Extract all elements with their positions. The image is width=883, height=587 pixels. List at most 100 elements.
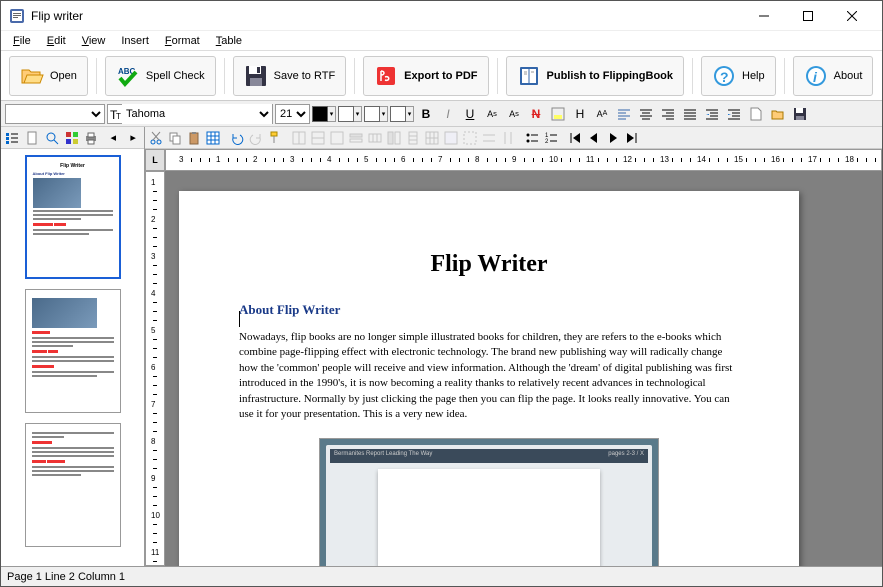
format-toolbar: TT Tahoma 21 ▾ ▾ ▾ ▾ B I U As As N H AA [1,101,882,127]
publish-button[interactable]: Publish to FlippingBook [506,56,684,96]
save-doc-button[interactable] [790,104,810,124]
nav-last-icon[interactable] [623,129,641,147]
save-rtf-button[interactable]: Save to RTF [233,56,347,96]
table-icon-8[interactable] [423,129,441,147]
align-center-button[interactable] [636,104,656,124]
undo-icon[interactable] [228,129,246,147]
titlebar: Flip writer [1,1,882,31]
text-cursor [239,311,240,327]
bold-button[interactable]: B [416,104,436,124]
thumbnails-list[interactable]: Flip Writer About Flip Writer [1,149,144,566]
separator [354,58,355,94]
paste-icon[interactable] [185,129,203,147]
highlight-button[interactable] [548,104,568,124]
page-scroll[interactable]: Flip Writer About Flip Writer Nowadays, … [165,171,882,566]
style-select[interactable] [5,104,105,124]
table-icon-9[interactable] [442,129,460,147]
table-icon-4[interactable] [347,129,365,147]
align-left-button[interactable] [614,104,634,124]
main-toolbar: Open ABC Spell Check Save to RTF Export … [1,51,882,101]
redo-icon[interactable] [247,129,265,147]
help-button[interactable]: ? Help [701,56,776,96]
align-right-button[interactable] [658,104,678,124]
bg-color-picker-2[interactable]: ▾ [364,106,388,122]
vertical-ruler[interactable]: 1234567891011121314 [145,171,165,566]
close-button[interactable] [830,2,874,30]
table-insert-icon[interactable] [204,129,222,147]
open-button[interactable]: Open [9,56,88,96]
ruler-corner[interactable]: L [145,149,165,171]
menu-view[interactable]: View [74,33,114,49]
thumbnail-page-2[interactable] [25,289,121,413]
text-color-picker[interactable]: ▾ [312,106,336,122]
table-icon-2[interactable] [309,129,327,147]
table-icon-7[interactable] [404,129,422,147]
editor-panel: 12 L 3123456789101112131415161718 123456… [145,127,882,566]
superscript-button[interactable]: As [482,104,502,124]
thumb-list-icon[interactable] [3,129,21,147]
thumb-zoom-icon[interactable] [43,129,61,147]
bullets-icon[interactable] [523,129,541,147]
table-icon-5[interactable] [366,129,384,147]
embedded-image: Bermanites Report Leading The Waypages 2… [319,438,659,566]
spellcheck-icon: ABC [116,64,140,88]
book-icon [517,64,541,88]
thumb-nav-left-icon[interactable]: ◂ [104,129,122,147]
table-icon-1[interactable] [290,129,308,147]
menu-edit[interactable]: Edit [39,33,74,49]
table-icon-6[interactable] [385,129,403,147]
nav-next-icon[interactable] [604,129,622,147]
underline-button[interactable]: U [460,104,480,124]
export-pdf-button[interactable]: Export to PDF [363,56,488,96]
indent-left-button[interactable] [702,104,722,124]
bg-color-picker-3[interactable]: ▾ [390,106,414,122]
document-page[interactable]: Flip Writer About Flip Writer Nowadays, … [179,191,799,566]
maximize-button[interactable] [786,2,830,30]
numbering-icon[interactable]: 12 [542,129,560,147]
table-icon-3[interactable] [328,129,346,147]
font-select[interactable]: Tahoma [122,104,272,124]
nav-first-icon[interactable] [566,129,584,147]
strikeout-button[interactable]: N [526,104,546,124]
subscript-button[interactable]: As [504,104,524,124]
format-paint-icon[interactable] [266,129,284,147]
align-justify-button[interactable] [680,104,700,124]
table-icon-12[interactable] [499,129,517,147]
separator [692,58,693,94]
thumbnail-page-3[interactable] [25,423,121,547]
menu-table[interactable]: Table [208,33,250,49]
indent-right-button[interactable] [724,104,744,124]
new-doc-button[interactable] [746,104,766,124]
menu-file[interactable]: File [5,33,39,49]
help-label: Help [742,70,765,82]
italic-button[interactable]: I [438,104,458,124]
thumb-page-icon[interactable] [23,129,41,147]
svg-text:?: ? [720,69,729,85]
table-icon-11[interactable] [480,129,498,147]
thumb-nav-right-icon[interactable]: ▸ [124,129,142,147]
menu-insert[interactable]: Insert [113,33,157,49]
menubar: File Edit View Insert Format Table [1,31,882,51]
open-doc-button[interactable] [768,104,788,124]
about-button[interactable]: i About [793,56,874,96]
cut-icon[interactable] [147,129,165,147]
thumbnails-panel: ◂ ▸ Flip Writer About Flip Writer [1,127,145,566]
copy-icon[interactable] [166,129,184,147]
workspace: ◂ ▸ Flip Writer About Flip Writer [1,127,882,566]
spellcheck-button[interactable]: ABC Spell Check [105,56,216,96]
menu-format[interactable]: Format [157,33,208,49]
minimize-button[interactable] [742,2,786,30]
clear-format-button[interactable]: H [570,104,590,124]
window-title: Flip writer [31,9,742,23]
nav-prev-icon[interactable] [585,129,603,147]
thumb-grid-icon[interactable] [63,129,81,147]
table-icon-10[interactable] [461,129,479,147]
size-select[interactable]: 21 [275,104,310,124]
bg-color-picker-1[interactable]: ▾ [338,106,362,122]
horizontal-ruler[interactable]: 3123456789101112131415161718 [165,149,882,171]
help-icon: ? [712,64,736,88]
thumb-print-icon[interactable] [82,129,100,147]
case-button[interactable]: AA [592,104,612,124]
svg-text:2: 2 [545,139,549,145]
thumbnail-page-1[interactable]: Flip Writer About Flip Writer [25,155,121,279]
